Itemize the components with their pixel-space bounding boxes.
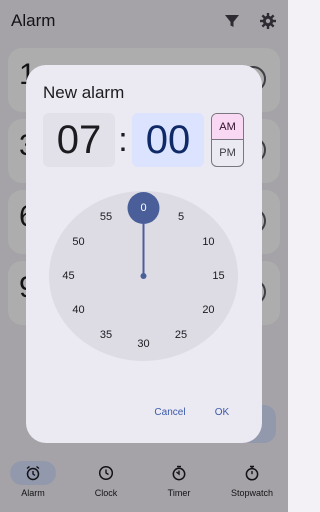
clock-number[interactable]: 5 xyxy=(169,210,193,224)
cancel-button[interactable]: Cancel xyxy=(150,403,190,423)
clock-number[interactable]: 40 xyxy=(67,303,91,317)
dialog-title: New alarm xyxy=(43,83,125,102)
new-alarm-dialog: New alarm 07 : 00 AM PM 0 5 10 15 20 25 30 35 40… xyxy=(26,65,262,443)
am-pm-toggle: AM PM xyxy=(211,113,244,167)
minute-field[interactable]: 00 xyxy=(132,113,204,167)
pm-option[interactable]: PM xyxy=(212,140,243,166)
clock-number[interactable]: 25 xyxy=(169,328,193,342)
ok-button[interactable]: OK xyxy=(210,403,234,423)
clock-number[interactable]: 15 xyxy=(207,269,231,283)
clock-number[interactable]: 55 xyxy=(94,210,118,224)
time-separator: : xyxy=(118,121,128,159)
clock-number[interactable]: 50 xyxy=(67,235,91,249)
clock-number[interactable]: 0 xyxy=(132,201,156,215)
hour-field[interactable]: 07 xyxy=(43,113,115,167)
clock-number[interactable]: 30 xyxy=(132,337,156,351)
clock-number[interactable]: 35 xyxy=(94,328,118,342)
clock-center-dot xyxy=(140,273,147,279)
am-option[interactable]: AM xyxy=(212,114,243,140)
clock-number[interactable]: 10 xyxy=(196,235,220,249)
clock-number[interactable]: 20 xyxy=(196,303,220,317)
clock-dial[interactable]: 0 5 10 15 20 25 30 35 40 45 50 55 xyxy=(49,191,238,361)
clock-number[interactable]: 45 xyxy=(57,269,81,283)
